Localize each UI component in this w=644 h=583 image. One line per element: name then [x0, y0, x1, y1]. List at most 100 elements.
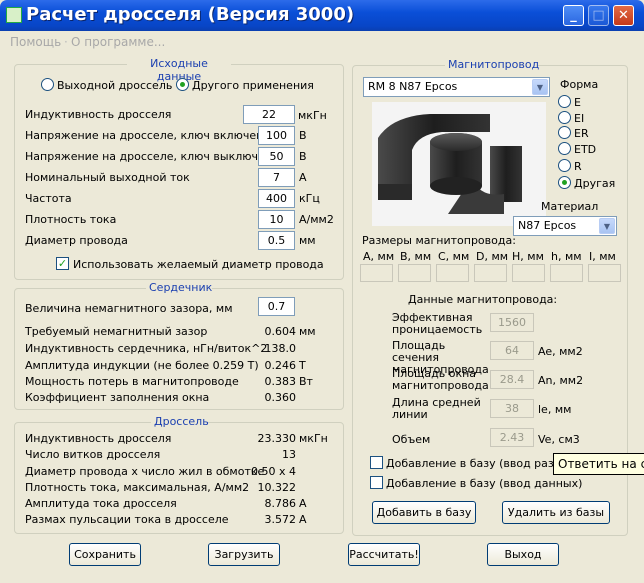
radio-output-label: Выходной дроссель — [57, 79, 173, 92]
radio-other-label: Другого применения — [192, 79, 314, 92]
form-radio-er[interactable] — [558, 126, 571, 139]
add-dims-checkbox[interactable] — [370, 456, 383, 469]
current-density-input[interactable]: 10 — [258, 210, 295, 229]
voltage-on-input[interactable]: 100 — [258, 126, 295, 145]
frequency-input[interactable]: 400 — [258, 189, 295, 208]
frequency-label: Частота — [25, 192, 72, 205]
core-image — [372, 102, 546, 226]
menu-bar: Помощь · О программе... — [0, 31, 644, 52]
form-er-label: ER — [574, 127, 589, 140]
voltage-off-label: Напряжение на дросселе, ключ выключен — [25, 150, 272, 163]
required-gap-unit: мм — [299, 325, 316, 338]
dim-b-input — [398, 264, 431, 282]
form-radio-r[interactable] — [558, 159, 571, 172]
form-radio-etd[interactable] — [558, 142, 571, 155]
core-select-value: RM 8 N87 Epcos — [368, 80, 458, 93]
permeability-input: 1560 — [490, 313, 534, 332]
tooltip: Ответить на со — [553, 453, 644, 475]
material-select[interactable]: N87 Epcos ▼ — [513, 216, 617, 236]
form-ei-label: EI — [574, 112, 585, 125]
current-input[interactable]: 7 — [258, 168, 295, 187]
use-wire-checkbox[interactable]: ✓ — [56, 257, 69, 270]
menu-help[interactable]: Помощь — [10, 35, 61, 49]
induction-amplitude-unit: Т — [299, 359, 306, 372]
dim-c-label: C, мм — [438, 250, 470, 263]
core-data-label: Данные магнитопровода: — [408, 293, 558, 306]
window-title: Расчет дросселя (Версия 3000) — [26, 4, 355, 25]
dim-c-input — [436, 264, 469, 282]
core-select[interactable]: RM 8 N87 Epcos ▼ — [363, 77, 550, 97]
choke-legend: Дроссель — [151, 415, 209, 428]
radio-other-use[interactable] — [176, 78, 189, 91]
choke-inductance-value: 23.330 — [257, 432, 297, 445]
chevron-down-icon[interactable]: ▼ — [532, 79, 548, 95]
core-loss-label: Мощность потерь в магнитопроводе — [25, 375, 239, 388]
chevron-down-icon[interactable]: ▼ — [599, 218, 615, 234]
dim-h2-label: h, мм — [551, 250, 582, 263]
inductance-label: Индуктивность дросселя — [25, 108, 172, 121]
choke-inductance-unit: мкГн — [299, 432, 328, 445]
calculate-button[interactable]: Рассчитать! — [348, 543, 420, 566]
magnet-legend: Магнитопровод — [445, 58, 539, 71]
dim-b-label: B, мм — [400, 250, 432, 263]
inductance-input[interactable]: 22 — [243, 105, 295, 124]
dim-d-label: D, мм — [476, 250, 509, 263]
voltage-on-unit: В — [299, 129, 307, 142]
induction-amplitude-value: 0.246 — [264, 359, 297, 372]
current-density-unit: А/мм2 — [299, 213, 334, 226]
add-data-checkbox[interactable] — [370, 476, 383, 489]
window-area-label: Площадь окна магнитопровода — [392, 367, 489, 392]
save-button[interactable]: Сохранить — [69, 543, 141, 566]
use-wire-label: Использовать желаемый диаметр провода — [73, 258, 324, 271]
dims-label: Размеры магнитопровода: — [362, 234, 516, 247]
exit-button[interactable]: Выход — [487, 543, 559, 566]
cross-section-unit: Ae, мм2 — [538, 345, 583, 358]
minimize-button[interactable]: _ — [563, 5, 584, 26]
cross-section-input: 64 — [490, 341, 534, 360]
form-radio-other[interactable] — [558, 176, 571, 189]
add-to-db-button[interactable]: Добавить в базу — [372, 501, 476, 524]
required-gap-value: 0.604 — [264, 325, 297, 338]
material-label: Материал — [541, 200, 599, 213]
volume-unit: Ve, см3 — [538, 433, 580, 446]
choke-inductance-label: Индуктивность дросселя — [25, 432, 172, 445]
inductance-unit: мкГн — [298, 109, 327, 122]
core-inductance-value: 138.0 — [264, 342, 297, 355]
form-radio-ei[interactable] — [558, 111, 571, 124]
core-inductance-label: Индуктивность сердечника, нГн/виток^2 — [25, 342, 268, 355]
current-amplitude-value: 8.786 — [264, 497, 297, 510]
ripple-unit: А — [299, 513, 307, 526]
add-dims-label: Добавление в базу (ввод размеров) — [386, 457, 553, 470]
wire-diameter-input[interactable]: 0.5 — [258, 231, 295, 250]
form-other-label: Другая — [574, 177, 616, 190]
turns-value: 13 — [282, 448, 296, 461]
dim-i-label: I, мм — [589, 250, 616, 263]
dim-d-input — [474, 264, 507, 282]
current-unit: А — [299, 171, 307, 184]
gap-input[interactable]: 0.7 — [258, 297, 295, 316]
remove-from-db-button[interactable]: Удалить из базы — [502, 501, 610, 524]
load-button[interactable]: Загрузить — [208, 543, 280, 566]
window-area-unit: An, мм2 — [538, 374, 584, 387]
form-radio-e[interactable] — [558, 95, 571, 108]
menu-about[interactable]: О программе... — [71, 35, 165, 49]
path-length-label: Длина средней линии — [392, 396, 481, 421]
core-legend: Сердечник — [146, 281, 212, 294]
dim-h2-input — [550, 264, 583, 282]
radio-output-choke[interactable] — [41, 78, 54, 91]
path-length-unit: le, мм — [538, 403, 572, 416]
app-icon — [6, 7, 22, 23]
dim-a-label: A, мм — [363, 250, 395, 263]
voltage-on-label: Напряжение на дросселе, ключ включен — [25, 129, 264, 142]
path-length-input: 38 — [490, 399, 534, 418]
maximize-button: □ — [588, 5, 609, 26]
voltage-off-input[interactable]: 50 — [258, 147, 295, 166]
required-gap-label: Требуемый немагнитный зазор — [25, 325, 208, 338]
dim-a-input — [360, 264, 393, 282]
volume-label: Объем — [392, 433, 431, 446]
fill-factor-label: Коэффициент заполнения окна — [25, 391, 210, 404]
form-e-label: E — [574, 96, 581, 109]
core-loss-unit: Вт — [299, 375, 313, 388]
close-button[interactable]: ✕ — [613, 5, 634, 26]
material-select-value: N87 Epcos — [518, 219, 577, 232]
